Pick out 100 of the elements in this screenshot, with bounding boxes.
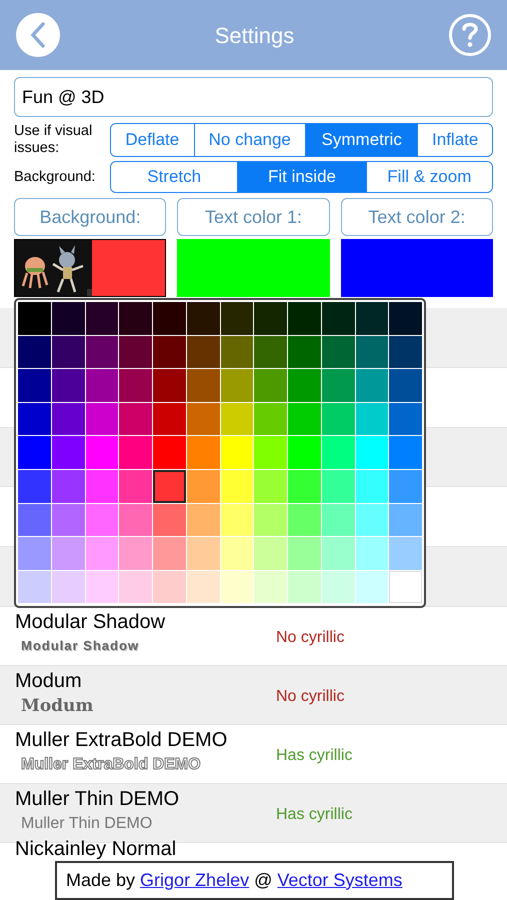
palette-swatch[interactable]: [153, 537, 186, 570]
help-button[interactable]: [449, 14, 491, 56]
palette-swatch[interactable]: [52, 504, 84, 536]
palette-swatch[interactable]: [254, 504, 287, 536]
palette-swatch[interactable]: [288, 504, 321, 536]
palette-swatch[interactable]: [18, 336, 51, 368]
palette-swatch[interactable]: [389, 436, 422, 469]
palette-swatch[interactable]: [186, 436, 220, 469]
palette-swatch[interactable]: [220, 470, 254, 503]
palette-swatch[interactable]: [288, 336, 321, 368]
palette-swatch[interactable]: [52, 470, 84, 503]
palette-swatch[interactable]: [254, 402, 287, 436]
palette-swatch[interactable]: [18, 402, 51, 436]
palette-swatch[interactable]: [254, 537, 287, 570]
palette-swatch[interactable]: [18, 302, 51, 335]
palette-swatch[interactable]: [153, 504, 186, 536]
name-field[interactable]: Fun @ 3D: [14, 77, 493, 117]
palette-swatch[interactable]: [52, 436, 84, 469]
palette-swatch[interactable]: [186, 504, 220, 536]
palette-swatch[interactable]: [86, 537, 118, 570]
segment-option[interactable]: Inflate: [417, 124, 492, 156]
palette-swatch[interactable]: [186, 470, 220, 503]
segment-option[interactable]: Fit inside: [237, 162, 366, 192]
palette-swatch[interactable]: [254, 570, 287, 604]
palette-swatch[interactable]: [186, 570, 220, 604]
palette-swatch[interactable]: [356, 504, 388, 536]
palette-swatch[interactable]: [86, 436, 118, 469]
palette-swatch[interactable]: [52, 336, 84, 368]
palette-swatch[interactable]: [86, 336, 118, 368]
back-button[interactable]: [16, 13, 60, 57]
palette-swatch[interactable]: [153, 436, 186, 469]
palette-swatch[interactable]: [322, 504, 354, 536]
palette-swatch[interactable]: [153, 369, 186, 402]
palette-swatch[interactable]: [153, 470, 186, 503]
palette-swatch[interactable]: [119, 570, 152, 604]
palette-swatch[interactable]: [86, 369, 118, 402]
palette-swatch[interactable]: [220, 336, 254, 368]
color-picker-button[interactable]: Text color 2:: [340, 198, 493, 236]
palette-swatch[interactable]: [322, 570, 354, 604]
company-link[interactable]: Vector Systems: [277, 867, 402, 894]
palette-swatch[interactable]: [288, 302, 321, 335]
palette-swatch[interactable]: [153, 402, 186, 436]
palette-swatch[interactable]: [356, 570, 388, 604]
palette-swatch[interactable]: [52, 537, 84, 570]
palette-swatch[interactable]: [288, 369, 321, 402]
palette-swatch[interactable]: [254, 369, 287, 402]
palette-swatch[interactable]: [119, 436, 152, 469]
palette-swatch[interactable]: [153, 302, 186, 335]
palette-swatch[interactable]: [288, 537, 321, 570]
palette-swatch[interactable]: [356, 537, 388, 570]
palette-swatch[interactable]: [119, 504, 152, 536]
palette-swatch[interactable]: [322, 369, 354, 402]
palette-swatch[interactable]: [186, 336, 220, 368]
palette-swatch[interactable]: [254, 470, 287, 503]
palette-swatch[interactable]: [389, 537, 422, 570]
palette-swatch[interactable]: [356, 336, 388, 368]
palette-swatch[interactable]: [322, 402, 354, 436]
palette-swatch[interactable]: [220, 570, 254, 604]
palette-swatch[interactable]: [254, 336, 287, 368]
palette-swatch[interactable]: [220, 504, 254, 536]
palette-swatch[interactable]: [322, 537, 354, 570]
palette-swatch[interactable]: [356, 402, 388, 436]
palette-swatch[interactable]: [254, 436, 287, 469]
palette-swatch[interactable]: [186, 402, 220, 436]
palette-swatch[interactable]: [389, 302, 422, 335]
palette-swatch[interactable]: [356, 302, 388, 335]
palette-swatch[interactable]: [220, 369, 254, 402]
palette-swatch[interactable]: [254, 302, 287, 335]
palette-swatch[interactable]: [389, 402, 422, 436]
color-picker-button[interactable]: Text color 1:: [177, 198, 330, 236]
palette-swatch[interactable]: [186, 369, 220, 402]
palette-swatch[interactable]: [18, 504, 51, 536]
palette-swatch[interactable]: [356, 470, 388, 503]
color-picker-button[interactable]: Background:: [14, 198, 166, 236]
palette-swatch[interactable]: [288, 470, 321, 503]
palette-swatch[interactable]: [389, 470, 422, 503]
palette-swatch[interactable]: [153, 336, 186, 368]
palette-swatch[interactable]: [220, 436, 254, 469]
palette-swatch[interactable]: [322, 336, 354, 368]
palette-swatch[interactable]: [86, 302, 118, 335]
palette-swatch[interactable]: [322, 436, 354, 469]
segment-option[interactable]: Fill & zoom: [366, 162, 492, 192]
palette-swatch[interactable]: [119, 537, 152, 570]
palette-swatch[interactable]: [322, 470, 354, 503]
palette-swatch[interactable]: [389, 369, 422, 402]
palette-swatch[interactable]: [18, 570, 51, 604]
palette-swatch[interactable]: [52, 302, 84, 335]
palette-swatch[interactable]: [119, 402, 152, 436]
palette-swatch[interactable]: [119, 302, 152, 335]
palette-swatch[interactable]: [220, 302, 254, 335]
palette-swatch[interactable]: [220, 537, 254, 570]
palette-swatch[interactable]: [356, 436, 388, 469]
palette-swatch[interactable]: [119, 470, 152, 503]
palette-swatch[interactable]: [220, 402, 254, 436]
palette-swatch[interactable]: [18, 537, 51, 570]
palette-swatch[interactable]: [186, 537, 220, 570]
palette-swatch[interactable]: [288, 402, 321, 436]
palette-swatch[interactable]: [186, 302, 220, 335]
palette-swatch[interactable]: [288, 570, 321, 604]
palette-swatch[interactable]: [18, 369, 51, 402]
